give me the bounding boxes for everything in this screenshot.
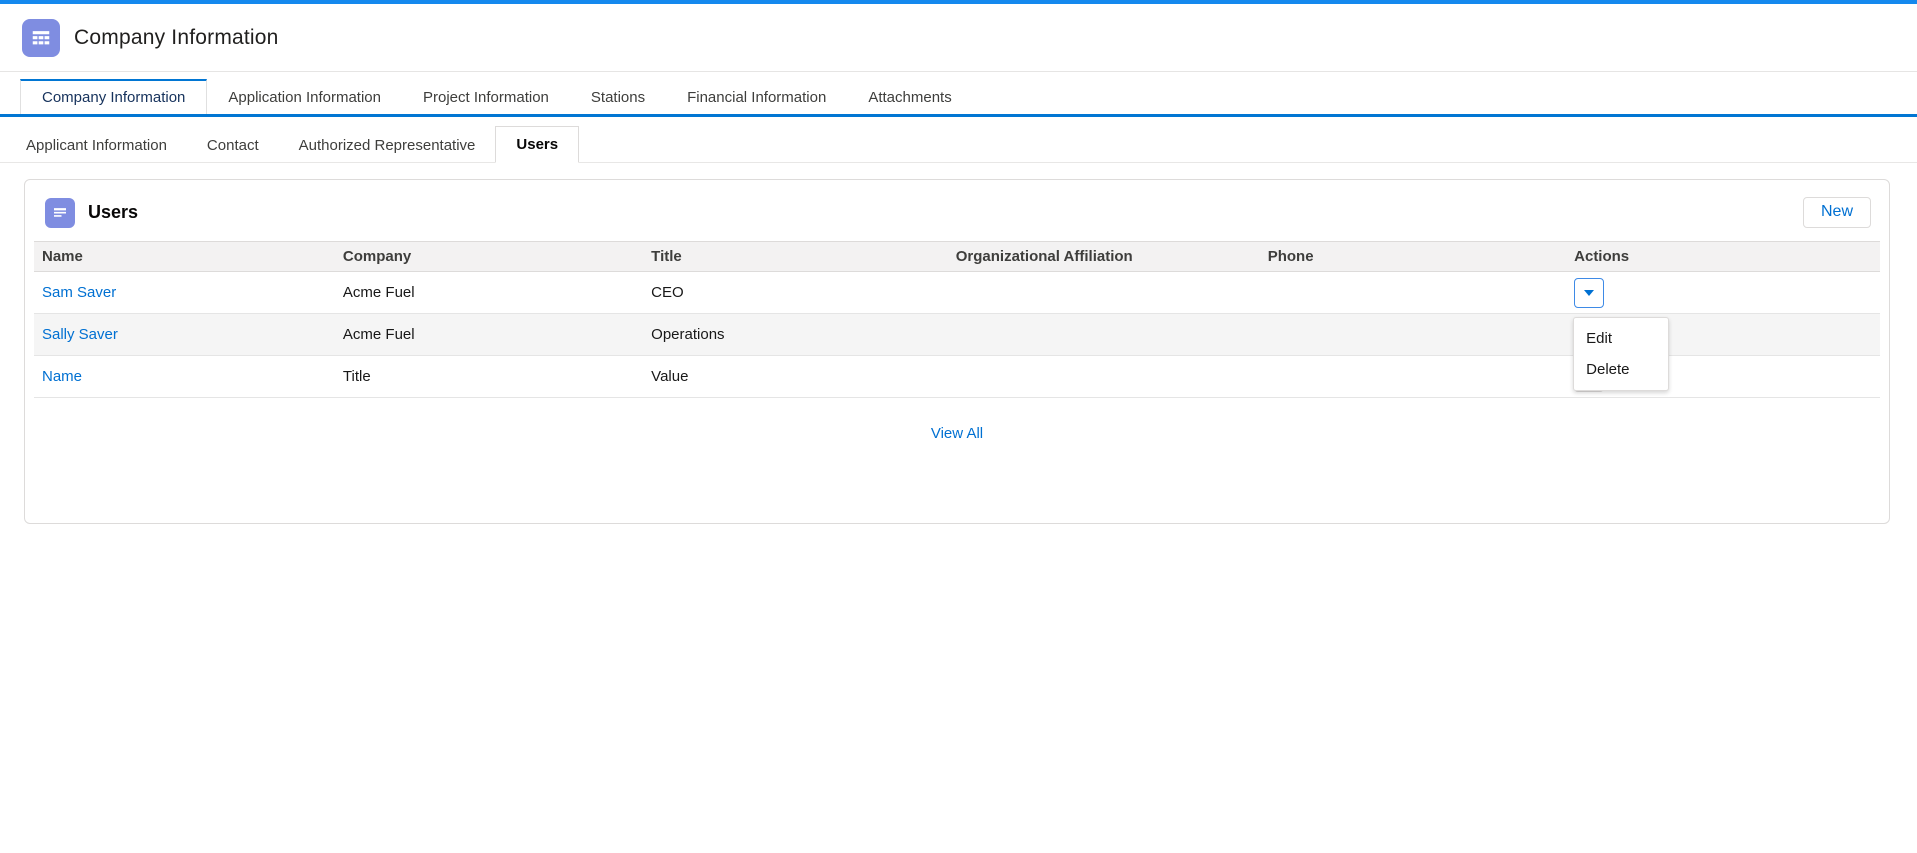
column-header-organizational-affiliation: Organizational Affiliation: [948, 242, 1260, 272]
view-all-row: View All: [25, 398, 1889, 523]
subtab-users[interactable]: Users: [495, 126, 579, 163]
sub-tab-bar: Applicant Information Contact Authorized…: [0, 126, 1917, 163]
org-affiliation-cell: [948, 314, 1260, 356]
org-affiliation-cell: [948, 272, 1260, 314]
tab-stations[interactable]: Stations: [570, 80, 666, 114]
users-card-header: Users New: [25, 180, 1889, 241]
users-card-title: Users: [88, 202, 138, 223]
menu-item-edit[interactable]: Edit: [1574, 323, 1668, 354]
tab-attachments[interactable]: Attachments: [847, 80, 972, 114]
tab-application-information[interactable]: Application Information: [207, 80, 402, 114]
main-tab-bar: Company Information Application Informat…: [0, 79, 1917, 117]
org-affiliation-cell: [948, 356, 1260, 398]
view-all-link[interactable]: View All: [931, 425, 983, 442]
page-title: Company Information: [74, 26, 279, 50]
title-cell: Operations: [643, 314, 948, 356]
user-name-link[interactable]: Sam Saver: [42, 284, 116, 301]
subtab-authorized-representative[interactable]: Authorized Representative: [279, 128, 496, 163]
row-actions-dropdown-button[interactable]: [1574, 278, 1604, 308]
user-name-link[interactable]: Sally Saver: [42, 326, 118, 343]
users-list-icon: [45, 198, 75, 228]
chevron-down-icon: [1584, 290, 1594, 296]
company-information-object-icon: [22, 19, 60, 57]
column-header-name: Name: [34, 242, 335, 272]
tab-financial-information[interactable]: Financial Information: [666, 80, 847, 114]
phone-cell: [1260, 272, 1566, 314]
new-user-button[interactable]: New: [1803, 197, 1871, 228]
user-name-link[interactable]: Name: [42, 368, 82, 385]
company-cell: Acme Fuel: [335, 272, 643, 314]
subtab-applicant-information[interactable]: Applicant Information: [6, 128, 187, 163]
table-row: Sam Saver Acme Fuel CEO Edit Delete: [34, 272, 1880, 314]
tab-company-information[interactable]: Company Information: [20, 79, 207, 114]
company-cell: Acme Fuel: [335, 314, 643, 356]
company-cell: Title: [335, 356, 643, 398]
actions-cell: Edit Delete: [1566, 272, 1880, 314]
users-related-list-card: Users New Name Company Title Organizatio…: [24, 179, 1890, 524]
row-actions-menu: Edit Delete: [1573, 317, 1669, 391]
column-header-title: Title: [643, 242, 948, 272]
column-header-phone: Phone: [1260, 242, 1566, 272]
users-table-wrap: Name Company Title Organizational Affili…: [34, 241, 1880, 398]
column-header-company: Company: [335, 242, 643, 272]
phone-cell: [1260, 356, 1566, 398]
page-header: Company Information: [0, 4, 1917, 72]
tab-project-information[interactable]: Project Information: [402, 80, 570, 114]
table-header-row: Name Company Title Organizational Affili…: [34, 242, 1880, 272]
phone-cell: [1260, 314, 1566, 356]
users-table: Name Company Title Organizational Affili…: [34, 241, 1880, 398]
subtab-contact[interactable]: Contact: [187, 128, 279, 163]
menu-item-delete[interactable]: Delete: [1574, 354, 1668, 385]
title-cell: Value: [643, 356, 948, 398]
column-header-actions: Actions: [1566, 242, 1880, 272]
title-cell: CEO: [643, 272, 948, 314]
